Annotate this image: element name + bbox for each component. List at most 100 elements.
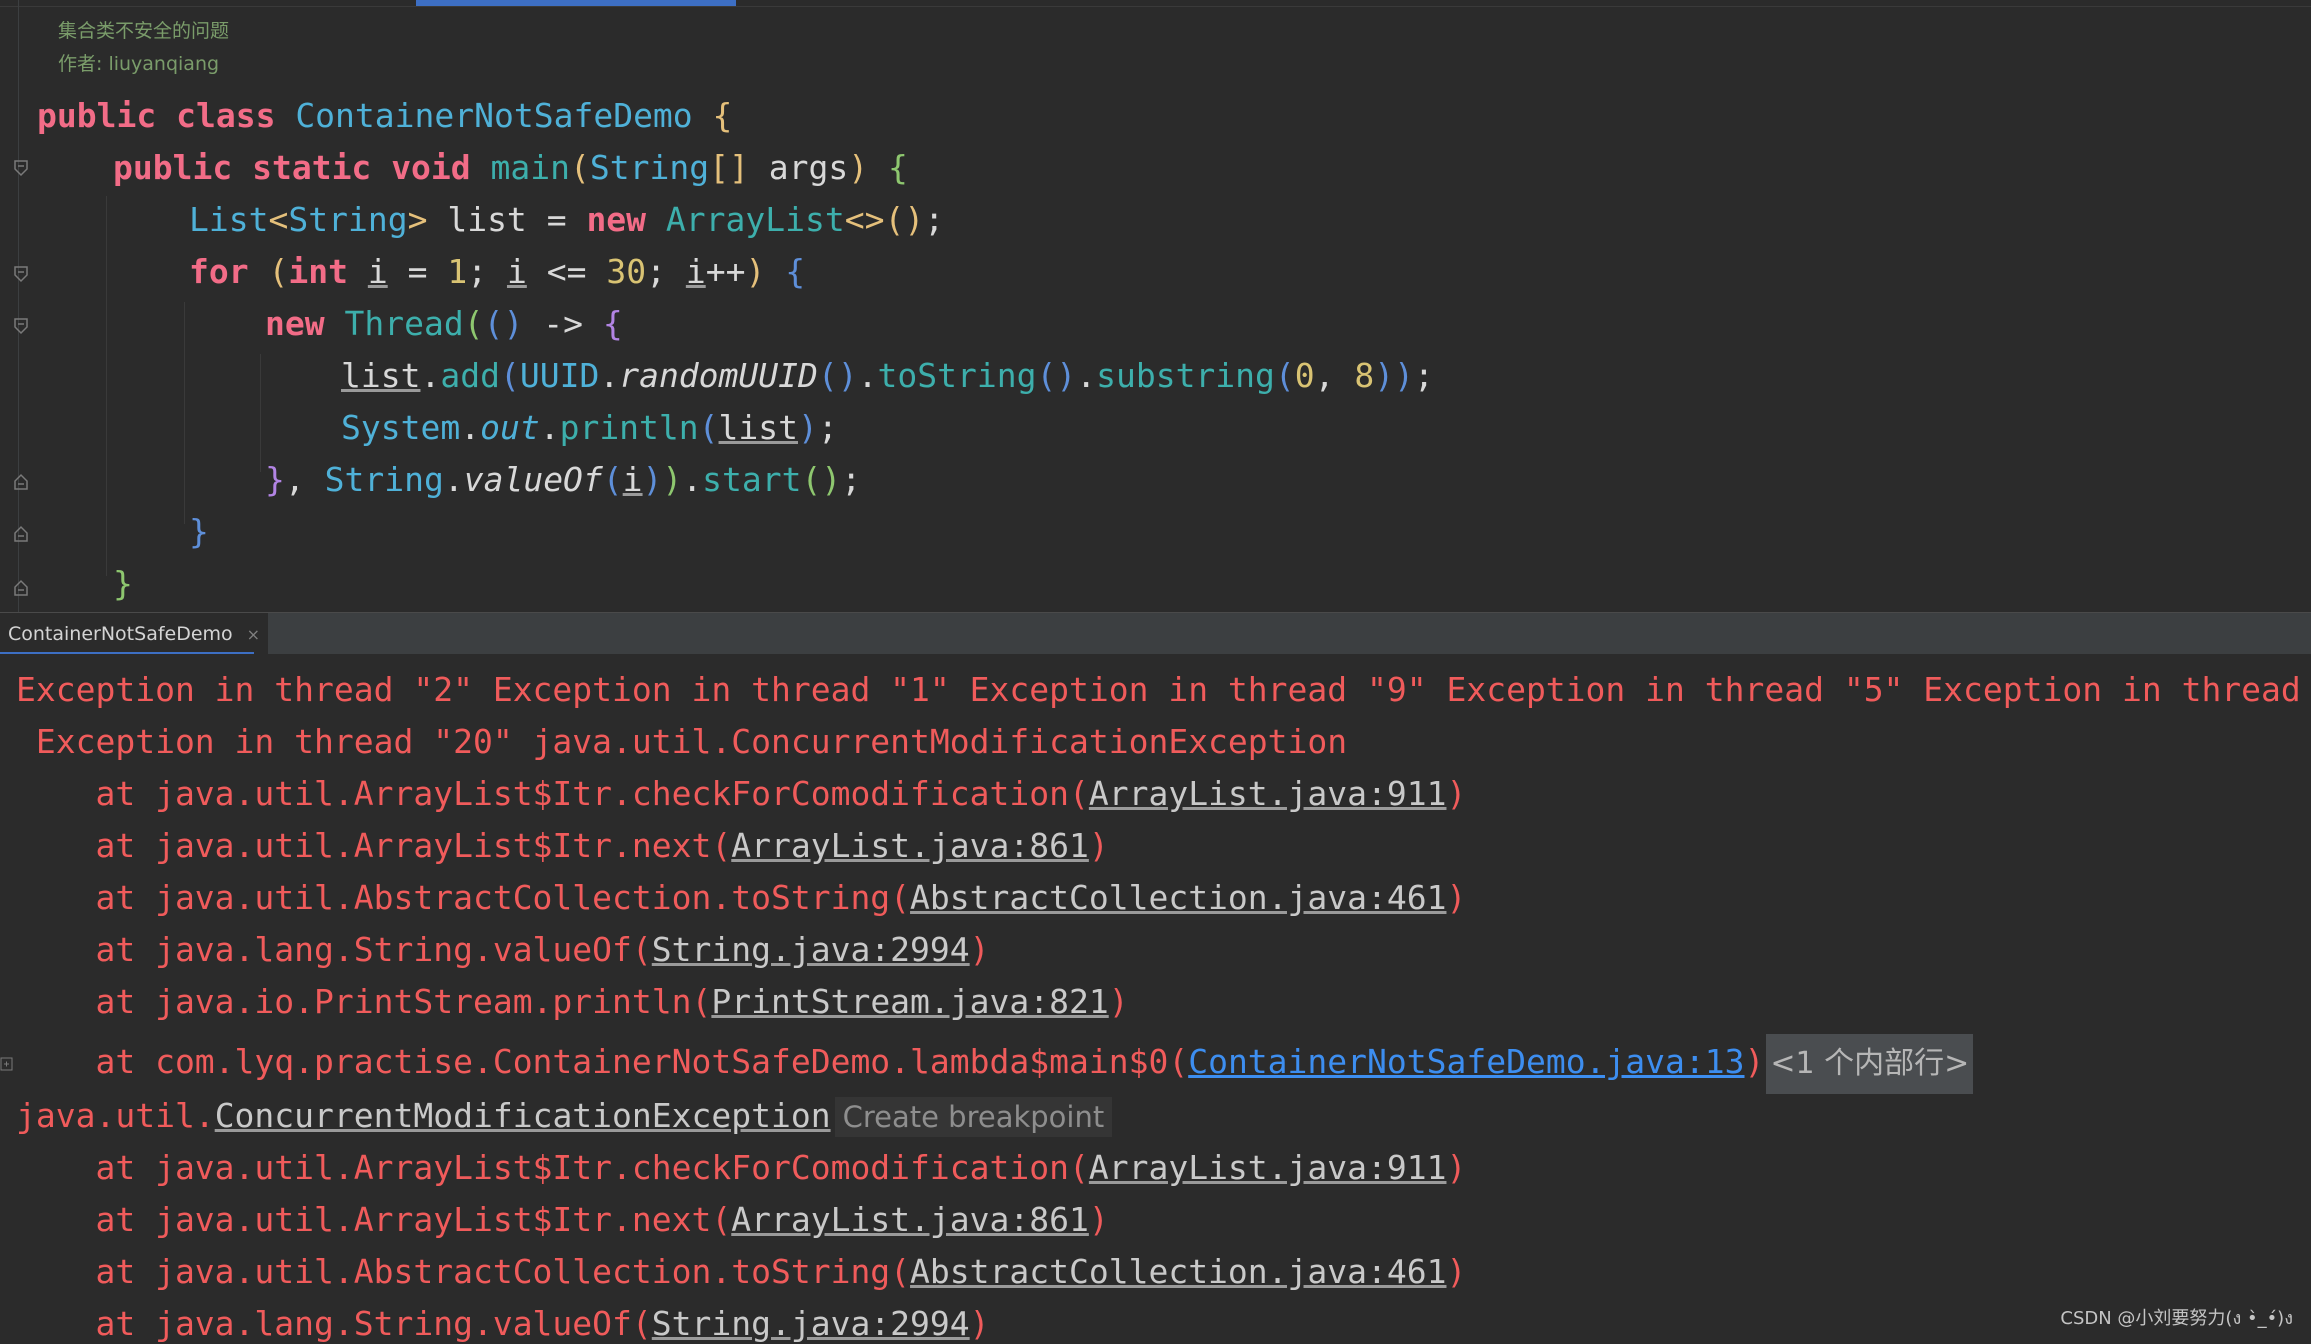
close-icon[interactable]: ×	[247, 625, 260, 644]
stack-trace-line: at java.lang.String.valueOf(String.java:…	[16, 1304, 989, 1344]
dot: .	[599, 356, 620, 395]
paren: )	[969, 930, 990, 969]
keyword: new	[265, 304, 325, 343]
stack-frame-text: at com.lyq.practise.ContainerNotSafeDemo…	[16, 1042, 1189, 1081]
code-line[interactable]: }	[189, 512, 209, 552]
create-breakpoint-button[interactable]: Create breakpoint	[834, 1097, 1113, 1137]
doc-comment-line: 集合类不安全的问题	[58, 20, 230, 42]
type-name: List	[189, 200, 269, 239]
console-line: Exception in thread "20" java.util.Concu…	[16, 722, 1348, 761]
code-line[interactable]: for (int i = 1; i <= 30; i++) {	[189, 252, 805, 292]
semicolon: ;	[841, 460, 862, 499]
code-line[interactable]: new Thread(() -> {	[265, 304, 623, 344]
stack-trace-line: at java.util.ArrayList$Itr.checkForComod…	[16, 774, 1466, 814]
number-literal: 8	[1354, 356, 1375, 395]
indent-guide	[184, 302, 185, 524]
number-literal: 30	[606, 252, 647, 291]
indent-guide	[106, 196, 107, 576]
variable: list	[447, 200, 527, 239]
code-line[interactable]: public static void main(String[] args) {	[113, 148, 908, 188]
type-name: String	[288, 200, 408, 239]
dot: .	[420, 356, 441, 395]
paren: )	[1108, 982, 1129, 1021]
stack-frame-text: at java.io.PrintStream.println(	[16, 982, 712, 1021]
fold-end-icon[interactable]	[11, 524, 31, 544]
source-link[interactable]: ArrayList.java:861	[731, 1200, 1089, 1239]
doc-comment-line: 作者: liuyanqiang	[58, 53, 220, 75]
method-name: println	[559, 408, 699, 447]
indent-guide	[260, 354, 261, 472]
paren: )	[745, 252, 766, 291]
code-line[interactable]: list.add(UUID.randomUUID().toString().su…	[341, 356, 1434, 396]
console-output[interactable]: Exception in thread "2" Exception in thr…	[0, 654, 2311, 1344]
console-tab[interactable]: ContainerNotSafeDemo ×	[0, 613, 269, 655]
code-line[interactable]: public class ContainerNotSafeDemo {	[37, 96, 732, 136]
stack-frame-text: at java.util.AbstractCollection.toString…	[16, 878, 911, 917]
semicolon: ;	[924, 200, 945, 239]
paren: (	[268, 252, 289, 291]
code-line[interactable]: System.out.println(list);	[341, 408, 838, 448]
paren: )	[1374, 356, 1395, 395]
method-name: randomUUID	[619, 356, 818, 395]
stack-frame-text: at java.util.ArrayList$Itr.checkForComod…	[16, 774, 1089, 813]
bracket: []	[709, 148, 749, 187]
source-link[interactable]: ArrayList.java:911	[1089, 774, 1447, 813]
method-name: substring	[1096, 356, 1275, 395]
code-line[interactable]: List<String> list = new ArrayList<>();	[189, 200, 944, 240]
class-name: System	[341, 408, 461, 447]
code-line[interactable]: }	[113, 564, 133, 604]
brace: {	[602, 304, 623, 343]
dot: .	[857, 356, 878, 395]
paren: )	[1446, 1148, 1467, 1187]
source-link[interactable]: PrintStream.java:821	[711, 982, 1108, 1021]
paren: ()	[483, 304, 524, 343]
code-line[interactable]: }, String.valueOf(i)).start();	[265, 460, 861, 500]
expand-icon[interactable]	[0, 1056, 14, 1072]
exception-package: java.util.	[16, 1096, 215, 1135]
paren: (	[698, 408, 719, 447]
exception-class-link[interactable]: ConcurrentModificationException	[215, 1096, 831, 1135]
paren: )	[1446, 878, 1467, 917]
paren: )	[1088, 1200, 1109, 1239]
class-name: String	[324, 460, 444, 499]
paren: ()	[1036, 356, 1077, 395]
stack-frame-text: at java.lang.String.valueOf(	[16, 930, 652, 969]
variable: i	[685, 252, 706, 291]
fold-end-icon[interactable]	[11, 578, 31, 598]
stack-trace-line: at java.util.ArrayList$Itr.next(ArrayLis…	[16, 1200, 1109, 1240]
source-link[interactable]: AbstractCollection.java:461	[910, 878, 1446, 917]
number-literal: 1	[447, 252, 468, 291]
stack-frame-text: at java.lang.String.valueOf(	[16, 1304, 652, 1343]
stack-frame-text: at java.util.ArrayList$Itr.next(	[16, 1200, 732, 1239]
generic-bracket: <>	[844, 200, 885, 239]
method-name: add	[440, 356, 500, 395]
operator: ->	[543, 304, 583, 343]
paren: )	[1744, 1042, 1765, 1081]
source-link[interactable]: String.java:2994	[652, 1304, 970, 1343]
class-name: UUID	[519, 356, 600, 395]
fold-minus-icon[interactable]	[11, 158, 31, 178]
paren: )	[1446, 774, 1467, 813]
brace: {	[785, 252, 806, 291]
operator: ++	[705, 252, 746, 291]
source-link[interactable]: ArrayList.java:861	[731, 826, 1089, 865]
paren: ()	[801, 460, 842, 499]
paren: ()	[884, 200, 925, 239]
comma: ,	[1314, 356, 1355, 395]
stack-frame-text: at java.util.AbstractCollection.toString…	[16, 1252, 911, 1291]
source-link[interactable]: ArrayList.java:911	[1089, 1148, 1447, 1187]
source-link[interactable]: ContainerNotSafeDemo.java:13	[1188, 1042, 1744, 1081]
fold-minus-icon[interactable]	[11, 316, 31, 336]
paren: (	[1274, 356, 1295, 395]
fold-end-icon[interactable]	[11, 472, 31, 492]
method-name: main	[490, 148, 571, 187]
paren: )	[848, 148, 869, 187]
console-line: java.util.ConcurrentModificationExceptio…	[16, 1096, 1113, 1137]
source-link[interactable]: String.java:2994	[652, 930, 970, 969]
fold-minus-icon[interactable]	[11, 264, 31, 284]
semicolon: ;	[467, 252, 488, 291]
paren: (	[602, 460, 623, 499]
source-link[interactable]: AbstractCollection.java:461	[910, 1252, 1446, 1291]
internal-lines-badge[interactable]: <1 个内部行>	[1766, 1033, 1974, 1094]
code-editor[interactable]: 集合类不安全的问题 作者: liuyanqiang public class C…	[0, 0, 2311, 612]
